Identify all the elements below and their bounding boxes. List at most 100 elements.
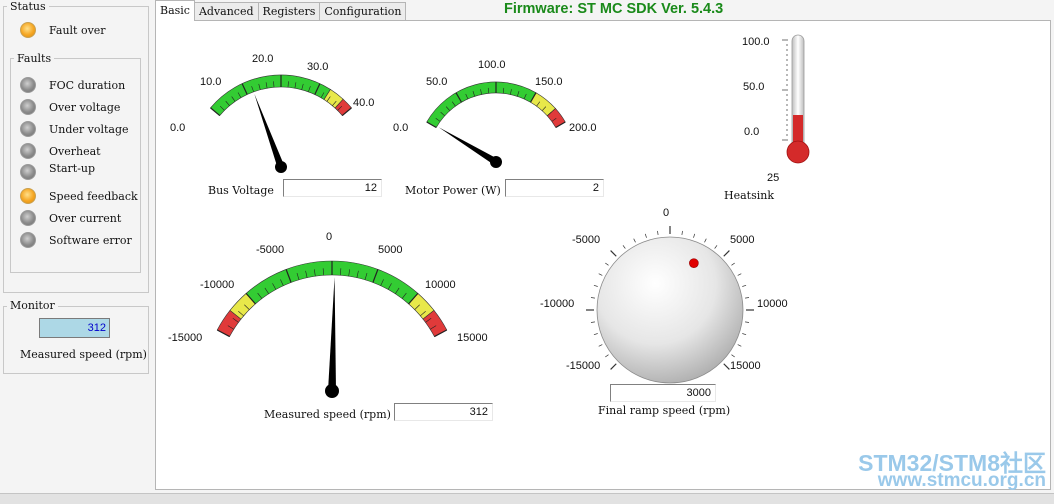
gauge-hub (325, 384, 339, 398)
knob-tick (742, 284, 747, 287)
motor-power-tick-label: 100.0 (478, 59, 506, 71)
fault-led (20, 210, 36, 226)
bus-voltage-tick-label: 10.0 (200, 76, 222, 88)
tab-registers[interactable]: Registers (257, 2, 321, 20)
motor-power-tick-label: 150.0 (535, 76, 563, 88)
knob-tick-label: 0 (663, 207, 670, 219)
knob-tick (633, 238, 636, 243)
gauge-needle (328, 277, 336, 392)
measured-speed-tick-label: -5000 (256, 244, 285, 256)
monitor-group-title: Monitor (7, 299, 58, 312)
bus-voltage-gauge (210, 74, 352, 173)
knob-tick (681, 230, 683, 235)
knob-tick (723, 250, 730, 257)
final-ramp-speed-label: Final ramp speed (rpm) (598, 404, 731, 417)
fault-label: FOC duration (49, 78, 126, 92)
fault-led (20, 164, 36, 180)
gauge-hub (490, 156, 502, 168)
final-ramp-speed-value[interactable]: 3000 (610, 384, 716, 402)
fault-label: Overheat (49, 144, 101, 158)
thermometer-bulb (786, 140, 810, 164)
bus-voltage-tick-label: 40.0 (353, 97, 375, 109)
knob-tick (737, 344, 742, 347)
knob-tick (644, 233, 647, 238)
heatsink-thermometer (782, 34, 810, 164)
monitor-group (3, 306, 149, 374)
motor-power-tick-label: 50.0 (426, 76, 448, 88)
fault-led (20, 188, 36, 204)
fault-led (20, 99, 36, 115)
motor-power-label: Motor Power (W) (405, 184, 501, 197)
firmware-title: Firmware: ST MC SDK Ver. 5.4.3 (504, 1, 724, 17)
knob-tick (745, 297, 750, 299)
fault-led (20, 232, 36, 248)
measured-speed-gauge (216, 260, 448, 398)
knob-tick-label: -5000 (572, 234, 601, 246)
knob-tick-label: -15000 (566, 360, 601, 372)
knob-tick (598, 273, 603, 276)
status-led (20, 22, 36, 38)
motor-power-tick-label: 200.0 (569, 122, 597, 134)
status-led-label: Fault over (49, 23, 106, 37)
knob-tick-label: 5000 (730, 234, 755, 246)
faults-group-title: Faults (14, 52, 55, 65)
fault-led (20, 143, 36, 159)
gauge-needle (254, 93, 285, 169)
fault-label: Over current (49, 211, 122, 225)
knob-indicator (689, 258, 699, 268)
heatsink-tick-label: 100.0 (742, 36, 770, 48)
monitor-label: Measured speed (rpm) (20, 348, 147, 361)
led-start-up: Start-up (20, 161, 96, 181)
measured-speed-tick-label: -10000 (200, 279, 235, 291)
knob-tick (590, 297, 595, 299)
motor-power-value: 2 (505, 179, 604, 197)
led-speed-feedback: Speed feedback (20, 187, 138, 205)
knob-tick (704, 238, 707, 243)
knob-tick (745, 321, 750, 323)
knob-tick-label: -10000 (540, 298, 575, 310)
fault-label: Speed feedback (49, 189, 138, 203)
knob-tick (593, 284, 598, 287)
measured-speed-tick-label: 10000 (425, 279, 456, 291)
knob-tick (657, 230, 659, 235)
monitor-value: 312 (39, 318, 110, 338)
tab-advanced[interactable]: Advanced (193, 2, 259, 20)
measured-speed-value: 312 (394, 403, 493, 421)
bus-voltage-tick-label: 0.0 (170, 122, 186, 134)
fault-led (20, 77, 36, 93)
knob-tick-label: 10000 (757, 298, 788, 310)
led-over-current: Over current (20, 209, 121, 227)
bus-voltage-tick-label: 30.0 (307, 61, 329, 73)
gauge-zone (426, 81, 537, 128)
fault-label: Start-up (49, 161, 96, 175)
knob-tick (593, 333, 598, 336)
bus-voltage-label: Bus Voltage (208, 184, 274, 197)
knob-tick (723, 363, 730, 370)
fault-label: Under voltage (49, 122, 129, 136)
measured-speed-tick-label: -15000 (168, 332, 203, 344)
gauge-zone (210, 74, 331, 116)
status-bar (0, 493, 1054, 504)
knob-tick (610, 250, 617, 257)
led-over-voltage: Over voltage (20, 98, 120, 116)
led-under-voltage: Under voltage (20, 120, 129, 138)
fault-label: Over voltage (49, 100, 121, 114)
measured-speed-label: Measured speed (rpm) (264, 408, 391, 421)
tab-bar: Basic Advanced Registers Configuration (155, 0, 407, 21)
status-group-title: Status (7, 0, 49, 13)
knob-tick (737, 273, 742, 276)
knob-tick (598, 344, 603, 347)
led-software-error: Software error (20, 231, 132, 249)
knob-tick (590, 321, 595, 323)
led-fault-over: Fault over (20, 21, 106, 39)
heatsink-tick-label: 0.0 (744, 126, 760, 138)
heatsink-value: 25 (767, 172, 780, 184)
gauge-hub (275, 161, 287, 173)
knob-tick (731, 262, 735, 266)
bus-voltage-value: 12 (283, 179, 382, 197)
knob-tick (693, 233, 696, 238)
tab-basic[interactable]: Basic (155, 0, 195, 21)
knob-tick-label: 15000 (730, 360, 761, 372)
tab-configuration[interactable]: Configuration (319, 2, 407, 20)
heatsink-label: Heatsink (724, 189, 774, 202)
